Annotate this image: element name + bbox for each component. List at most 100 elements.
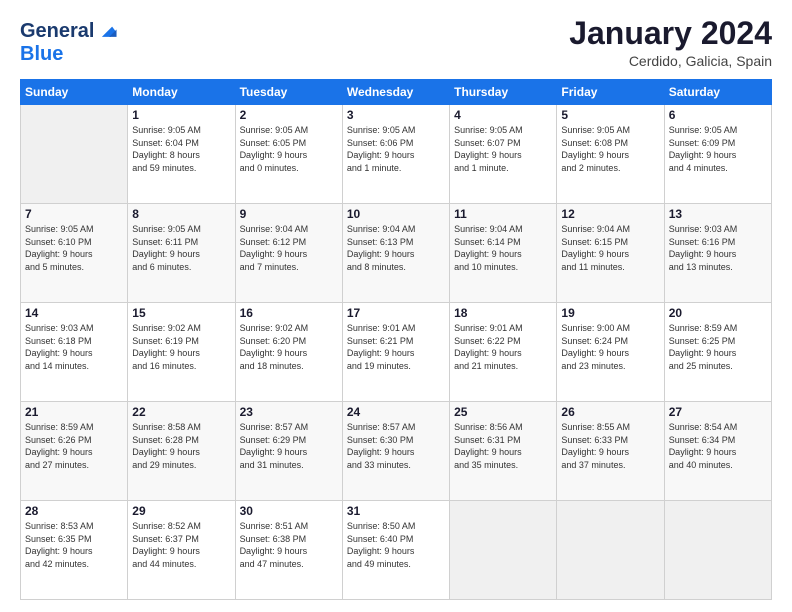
day-info: Sunrise: 9:01 AM Sunset: 6:21 PM Dayligh… bbox=[347, 322, 445, 372]
day-info: Sunrise: 9:05 AM Sunset: 6:07 PM Dayligh… bbox=[454, 124, 552, 174]
day-number: 17 bbox=[347, 306, 445, 320]
day-info: Sunrise: 8:55 AM Sunset: 6:33 PM Dayligh… bbox=[561, 421, 659, 471]
calendar-week-row: 14 Sunrise: 9:03 AM Sunset: 6:18 PM Dayli… bbox=[21, 303, 772, 402]
calendar-cell: 8 Sunrise: 9:05 AM Sunset: 6:11 PM Daylig… bbox=[128, 204, 235, 303]
calendar-cell bbox=[557, 501, 664, 600]
calendar-cell bbox=[450, 501, 557, 600]
weekday-header-friday: Friday bbox=[557, 80, 664, 105]
calendar-cell: 13Sunrise: 9:03 AM Sunset: 6:16 PM Dayli… bbox=[664, 204, 771, 303]
day-info: Sunrise: 9:05 AM Sunset: 6:11 PM Dayligh… bbox=[132, 223, 230, 273]
day-info: Sunrise: 9:04 AM Sunset: 6:13 PM Dayligh… bbox=[347, 223, 445, 273]
calendar-cell: 25 Sunrise: 8:56 AM Sunset: 6:31 PM Dayli… bbox=[450, 402, 557, 501]
calendar-cell: 14 Sunrise: 9:03 AM Sunset: 6:18 PM Dayli… bbox=[21, 303, 128, 402]
location: Cerdido, Galicia, Spain bbox=[569, 53, 772, 69]
day-number: 12 bbox=[561, 207, 659, 221]
day-number: 20 bbox=[669, 306, 767, 320]
calendar-cell: 1 Sunrise: 9:05 AM Sunset: 6:04 PM Daylig… bbox=[128, 105, 235, 204]
calendar-cell: 17 Sunrise: 9:01 AM Sunset: 6:21 PM Dayli… bbox=[342, 303, 449, 402]
calendar-cell: 18 Sunrise: 9:01 AM Sunset: 6:22 PM Dayli… bbox=[450, 303, 557, 402]
logo: General Blue bbox=[20, 20, 118, 66]
calendar-cell: 6 Sunrise: 9:05 AM Sunset: 6:09 PM Daylig… bbox=[664, 105, 771, 204]
day-number: 8 bbox=[132, 207, 230, 221]
day-number: 26 bbox=[561, 405, 659, 419]
day-info: Sunrise: 9:01 AM Sunset: 6:22 PM Dayligh… bbox=[454, 322, 552, 372]
calendar-cell: 29 Sunrise: 8:52 AM Sunset: 6:37 PM Dayli… bbox=[128, 501, 235, 600]
day-info: Sunrise: 9:05 AM Sunset: 6:06 PM Dayligh… bbox=[347, 124, 445, 174]
day-number: 1 bbox=[132, 108, 230, 122]
day-number: 25 bbox=[454, 405, 552, 419]
calendar-week-row: 28Sunrise: 8:53 AM Sunset: 6:35 PM Dayli… bbox=[21, 501, 772, 600]
calendar-cell: 10Sunrise: 9:04 AM Sunset: 6:13 PM Dayli… bbox=[342, 204, 449, 303]
header: General Blue January 2024 Cerdido, Galic… bbox=[20, 16, 772, 69]
day-info: Sunrise: 9:05 AM Sunset: 6:04 PM Dayligh… bbox=[132, 124, 230, 174]
day-info: Sunrise: 8:54 AM Sunset: 6:34 PM Dayligh… bbox=[669, 421, 767, 471]
day-number: 6 bbox=[669, 108, 767, 122]
weekday-header-wednesday: Wednesday bbox=[342, 80, 449, 105]
calendar-cell: 19Sunrise: 9:00 AM Sunset: 6:24 PM Dayli… bbox=[557, 303, 664, 402]
calendar-cell: 23 Sunrise: 8:57 AM Sunset: 6:29 PM Dayli… bbox=[235, 402, 342, 501]
day-info: Sunrise: 9:05 AM Sunset: 6:09 PM Dayligh… bbox=[669, 124, 767, 174]
calendar-cell: 11Sunrise: 9:04 AM Sunset: 6:14 PM Dayli… bbox=[450, 204, 557, 303]
weekday-header-row: SundayMondayTuesdayWednesdayThursdayFrid… bbox=[21, 80, 772, 105]
calendar-table: SundayMondayTuesdayWednesdayThursdayFrid… bbox=[20, 79, 772, 600]
calendar-cell bbox=[664, 501, 771, 600]
calendar-cell: 3 Sunrise: 9:05 AM Sunset: 6:06 PM Daylig… bbox=[342, 105, 449, 204]
day-info: Sunrise: 9:05 AM Sunset: 6:05 PM Dayligh… bbox=[240, 124, 338, 174]
day-info: Sunrise: 8:56 AM Sunset: 6:31 PM Dayligh… bbox=[454, 421, 552, 471]
day-number: 30 bbox=[240, 504, 338, 518]
day-info: Sunrise: 9:05 AM Sunset: 6:10 PM Dayligh… bbox=[25, 223, 123, 273]
calendar-cell: 24Sunrise: 8:57 AM Sunset: 6:30 PM Dayli… bbox=[342, 402, 449, 501]
day-number: 7 bbox=[25, 207, 123, 221]
day-number: 3 bbox=[347, 108, 445, 122]
calendar-cell: 30 Sunrise: 8:51 AM Sunset: 6:38 PM Dayli… bbox=[235, 501, 342, 600]
day-info: Sunrise: 8:51 AM Sunset: 6:38 PM Dayligh… bbox=[240, 520, 338, 570]
day-number: 21 bbox=[25, 405, 123, 419]
calendar-cell bbox=[21, 105, 128, 204]
day-number: 15 bbox=[132, 306, 230, 320]
day-info: Sunrise: 8:59 AM Sunset: 6:26 PM Dayligh… bbox=[25, 421, 123, 471]
calendar-cell: 16Sunrise: 9:02 AM Sunset: 6:20 PM Dayli… bbox=[235, 303, 342, 402]
day-info: Sunrise: 9:04 AM Sunset: 6:14 PM Dayligh… bbox=[454, 223, 552, 273]
day-number: 23 bbox=[240, 405, 338, 419]
day-number: 18 bbox=[454, 306, 552, 320]
day-number: 24 bbox=[347, 405, 445, 419]
day-info: Sunrise: 8:57 AM Sunset: 6:29 PM Dayligh… bbox=[240, 421, 338, 471]
day-number: 29 bbox=[132, 504, 230, 518]
day-number: 28 bbox=[25, 504, 123, 518]
day-number: 19 bbox=[561, 306, 659, 320]
calendar-cell: 2Sunrise: 9:05 AM Sunset: 6:05 PM Daylig… bbox=[235, 105, 342, 204]
calendar-week-row: 21 Sunrise: 8:59 AM Sunset: 6:26 PM Dayli… bbox=[21, 402, 772, 501]
calendar-cell: 4 Sunrise: 9:05 AM Sunset: 6:07 PM Daylig… bbox=[450, 105, 557, 204]
day-info: Sunrise: 8:59 AM Sunset: 6:25 PM Dayligh… bbox=[669, 322, 767, 372]
day-info: Sunrise: 9:03 AM Sunset: 6:18 PM Dayligh… bbox=[25, 322, 123, 372]
day-info: Sunrise: 8:58 AM Sunset: 6:28 PM Dayligh… bbox=[132, 421, 230, 471]
day-info: Sunrise: 9:02 AM Sunset: 6:19 PM Dayligh… bbox=[132, 322, 230, 372]
calendar-cell: 21 Sunrise: 8:59 AM Sunset: 6:26 PM Dayli… bbox=[21, 402, 128, 501]
day-info: Sunrise: 8:52 AM Sunset: 6:37 PM Dayligh… bbox=[132, 520, 230, 570]
logo-icon bbox=[96, 20, 118, 42]
title-block: January 2024 Cerdido, Galicia, Spain bbox=[569, 16, 772, 69]
calendar-cell: 7 Sunrise: 9:05 AM Sunset: 6:10 PM Daylig… bbox=[21, 204, 128, 303]
day-number: 22 bbox=[132, 405, 230, 419]
calendar-cell: 31 Sunrise: 8:50 AM Sunset: 6:40 PM Dayli… bbox=[342, 501, 449, 600]
logo-text-general: General bbox=[20, 20, 94, 43]
day-info: Sunrise: 9:04 AM Sunset: 6:12 PM Dayligh… bbox=[240, 223, 338, 273]
calendar-cell: 9Sunrise: 9:04 AM Sunset: 6:12 PM Daylig… bbox=[235, 204, 342, 303]
calendar-cell: 12 Sunrise: 9:04 AM Sunset: 6:15 PM Dayli… bbox=[557, 204, 664, 303]
day-info: Sunrise: 9:03 AM Sunset: 6:16 PM Dayligh… bbox=[669, 223, 767, 273]
day-number: 4 bbox=[454, 108, 552, 122]
calendar-cell: 20 Sunrise: 8:59 AM Sunset: 6:25 PM Dayli… bbox=[664, 303, 771, 402]
page: General Blue January 2024 Cerdido, Galic… bbox=[0, 0, 792, 612]
day-info: Sunrise: 9:05 AM Sunset: 6:08 PM Dayligh… bbox=[561, 124, 659, 174]
day-info: Sunrise: 9:04 AM Sunset: 6:15 PM Dayligh… bbox=[561, 223, 659, 273]
day-info: Sunrise: 8:50 AM Sunset: 6:40 PM Dayligh… bbox=[347, 520, 445, 570]
weekday-header-tuesday: Tuesday bbox=[235, 80, 342, 105]
weekday-header-saturday: Saturday bbox=[664, 80, 771, 105]
day-number: 16 bbox=[240, 306, 338, 320]
calendar-cell: 15 Sunrise: 9:02 AM Sunset: 6:19 PM Dayli… bbox=[128, 303, 235, 402]
calendar-cell: 5Sunrise: 9:05 AM Sunset: 6:08 PM Daylig… bbox=[557, 105, 664, 204]
day-number: 31 bbox=[347, 504, 445, 518]
month-title: January 2024 bbox=[569, 16, 772, 51]
logo-text-blue: Blue bbox=[20, 43, 118, 66]
day-number: 14 bbox=[25, 306, 123, 320]
